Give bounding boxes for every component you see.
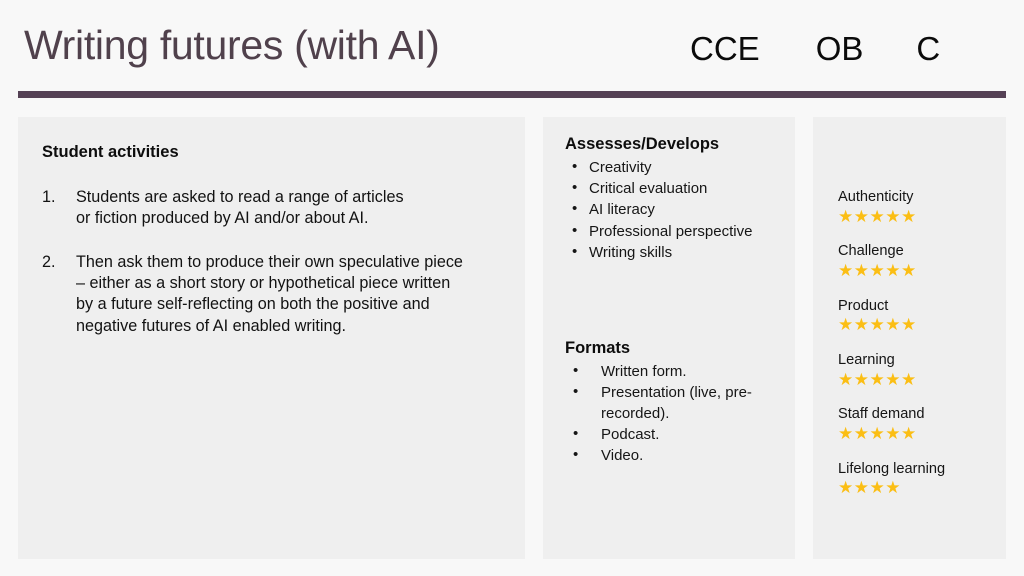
star-icon: ★ xyxy=(901,260,917,280)
star-icon: ★ xyxy=(853,423,870,443)
list-item: Professional perspective xyxy=(565,220,783,242)
star-icon: ★ xyxy=(853,260,870,280)
star-icon: ★ xyxy=(885,260,901,280)
header-code-c: C xyxy=(916,30,941,67)
rating-label: Lifelong learning xyxy=(838,460,946,477)
assesses-develops-list: Creativity Critical evaluation AI litera… xyxy=(565,156,783,263)
list-item: Staff demand ★★★★★ xyxy=(838,406,994,442)
star-icon: ★ xyxy=(901,206,917,226)
star-icon: ★ xyxy=(901,423,917,443)
list-item: Presentation (live, pre-recorded). xyxy=(565,381,783,424)
list-item: Writing skills xyxy=(565,241,783,263)
list-item: Learning ★★★★★ xyxy=(838,352,994,388)
student-activities-heading: Student activities xyxy=(42,143,179,161)
title-accent-bar xyxy=(18,91,1006,98)
star-icon: ★ xyxy=(869,260,886,280)
header-code-group: CCE OB C xyxy=(690,32,990,76)
star-rating-icon: ★★★★ xyxy=(838,479,994,497)
rating-label: Learning xyxy=(838,352,895,369)
star-icon: ★ xyxy=(869,478,886,498)
star-icon: ★ xyxy=(885,369,901,389)
rating-label: Product xyxy=(838,297,889,314)
star-rating-icon: ★★★★★ xyxy=(838,425,994,443)
ratings-panel: Authenticity ★★★★★ Challenge ★★★★★ Produ… xyxy=(813,117,1006,559)
star-icon: ★ xyxy=(838,260,854,280)
list-item-number: 1. xyxy=(42,187,56,206)
student-activities-list: 1. Students are asked to read a range of… xyxy=(42,187,503,337)
star-icon: ★ xyxy=(853,478,870,498)
star-icon: ★ xyxy=(853,315,870,335)
formats-block: Formats Written form. Presentation (live… xyxy=(565,339,783,466)
star-rating-icon: ★★★★★ xyxy=(838,316,994,334)
list-item: Creativity xyxy=(565,156,783,178)
list-item: Product ★★★★★ xyxy=(838,298,994,334)
list-item-text: Then ask them to produce their own specu… xyxy=(76,252,463,335)
page-title: Writing futures (with AI) xyxy=(24,22,440,68)
star-icon: ★ xyxy=(901,315,917,335)
star-rating-icon: ★★★★★ xyxy=(838,260,994,280)
rating-label: Challenge xyxy=(838,243,904,260)
star-icon: ★ xyxy=(853,206,870,226)
star-rating-icon: ★★★★★ xyxy=(838,206,994,226)
assesses-formats-panel: Assesses/Develops Creativity Critical ev… xyxy=(543,117,795,559)
formats-list: Written form. Presentation (live, pre-re… xyxy=(565,360,783,466)
star-icon: ★ xyxy=(885,478,901,498)
list-item: 1. Students are asked to read a range of… xyxy=(42,187,503,230)
panel-spacer xyxy=(565,263,783,339)
list-item: Podcast. xyxy=(565,423,783,445)
star-icon: ★ xyxy=(869,423,886,443)
header-code-ob: OB xyxy=(815,30,864,67)
list-item: Lifelong learning ★★★★ xyxy=(838,461,994,497)
list-item: Challenge ★★★★★ xyxy=(838,243,994,279)
star-icon: ★ xyxy=(869,369,886,389)
star-icon: ★ xyxy=(869,315,886,335)
assesses-develops-heading: Assesses/Develops xyxy=(565,135,720,153)
list-item: AI literacy xyxy=(565,198,783,220)
star-icon: ★ xyxy=(838,423,854,443)
list-item: Authenticity ★★★★★ xyxy=(838,189,994,225)
rating-label: Authenticity xyxy=(838,189,914,205)
star-icon: ★ xyxy=(901,369,917,389)
star-icon: ★ xyxy=(838,478,854,498)
list-item: Written form. xyxy=(565,360,783,382)
rating-label: Staff demand xyxy=(838,406,925,423)
star-icon: ★ xyxy=(885,423,901,443)
formats-heading: Formats xyxy=(565,339,631,358)
header-code-cce: CCE xyxy=(690,30,760,67)
star-icon: ★ xyxy=(838,206,854,226)
star-icon: ★ xyxy=(853,369,870,389)
list-item: 2. Then ask them to produce their own sp… xyxy=(42,252,503,338)
slide-root: Writing futures (with AI) CCE OB C Stude… xyxy=(0,0,1024,576)
list-item-text: Students are asked to read a range of ar… xyxy=(76,187,404,228)
assesses-develops-block: Assesses/Develops Creativity Critical ev… xyxy=(565,135,783,263)
list-item-number: 2. xyxy=(42,252,56,271)
star-icon: ★ xyxy=(885,315,901,335)
star-icon: ★ xyxy=(838,315,854,335)
star-icon: ★ xyxy=(885,206,901,226)
star-icon: ★ xyxy=(869,206,886,226)
star-rating-icon: ★★★★★ xyxy=(838,369,994,389)
ratings-list: Authenticity ★★★★★ Challenge ★★★★★ Produ… xyxy=(838,189,994,497)
list-item: Video. xyxy=(565,444,783,466)
student-activities-panel: Student activities 1. Students are asked… xyxy=(18,117,525,559)
star-icon: ★ xyxy=(838,369,854,389)
list-item: Critical evaluation xyxy=(565,177,783,199)
